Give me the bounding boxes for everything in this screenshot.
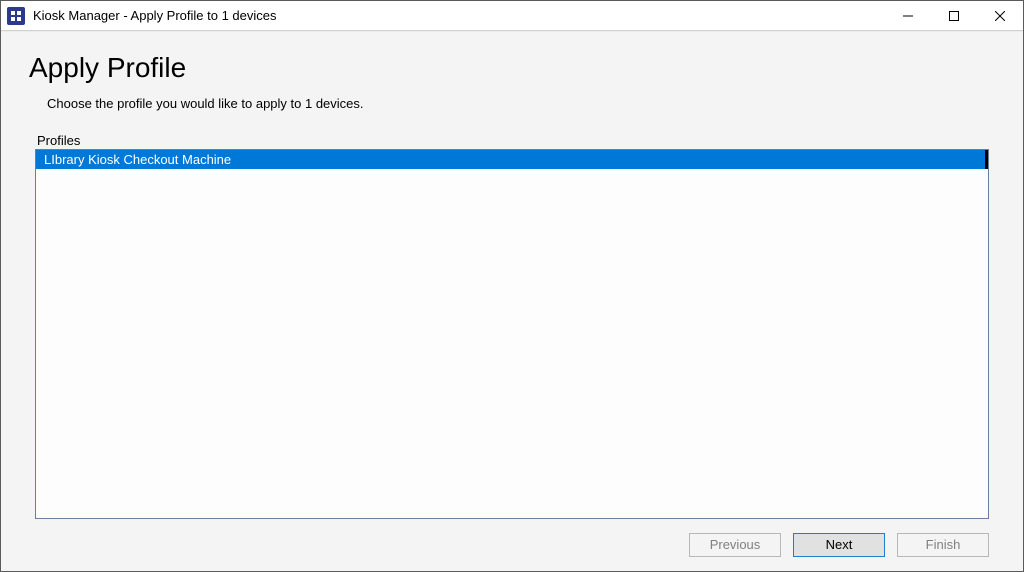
app-icon (7, 7, 25, 25)
profile-item[interactable]: LIbrary Kiosk Checkout Machine (36, 150, 988, 169)
minimize-button[interactable] (885, 1, 931, 30)
profiles-listbox[interactable]: LIbrary Kiosk Checkout Machine (35, 149, 989, 519)
maximize-button[interactable] (931, 1, 977, 30)
instruction-text: Choose the profile you would like to app… (47, 96, 995, 111)
window-title: Kiosk Manager - Apply Profile to 1 devic… (33, 8, 885, 23)
wizard-buttons: Previous Next Finish (29, 533, 989, 557)
close-button[interactable] (977, 1, 1023, 30)
page-title: Apply Profile (29, 52, 995, 84)
profiles-label: Profiles (37, 133, 995, 148)
titlebar: Kiosk Manager - Apply Profile to 1 devic… (1, 1, 1023, 31)
next-button[interactable]: Next (793, 533, 885, 557)
window-controls (885, 1, 1023, 30)
finish-button[interactable]: Finish (897, 533, 989, 557)
app-window: Kiosk Manager - Apply Profile to 1 devic… (0, 0, 1024, 572)
wizard-content: Apply Profile Choose the profile you wou… (1, 31, 1023, 571)
previous-button[interactable]: Previous (689, 533, 781, 557)
